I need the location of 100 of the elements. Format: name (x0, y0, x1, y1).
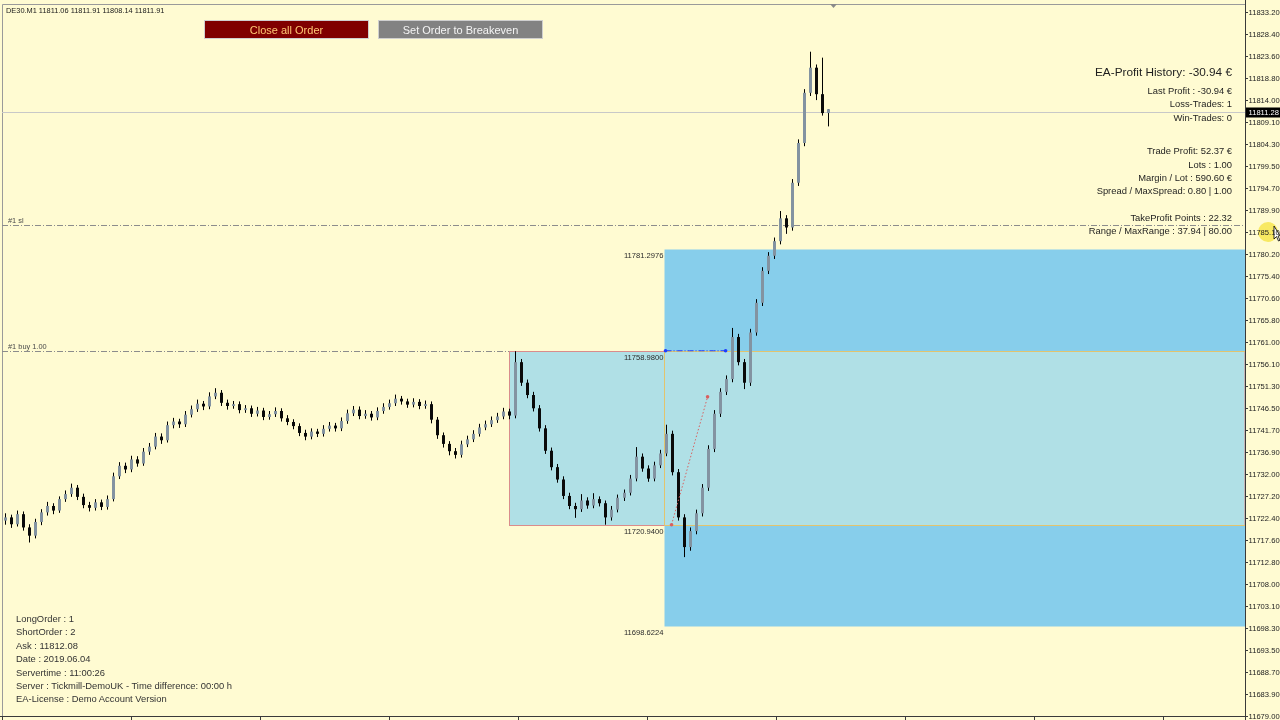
candlestick (166, 421, 169, 443)
candlestick (22, 510, 25, 532)
shift-marker-icon (830, 4, 837, 8)
candlestick (202, 400, 205, 411)
candlestick (514, 350, 517, 419)
candlestick (238, 400, 241, 414)
candlestick (418, 398, 421, 410)
candlestick (244, 404, 247, 414)
candlestick (629, 474, 632, 496)
candlestick (178, 418, 181, 429)
candlestick (701, 483, 704, 517)
candlestick (442, 432, 445, 449)
candlestick (448, 440, 451, 456)
candlestick (88, 501, 91, 512)
candlestick (262, 407, 265, 421)
info-text: Win-Trades: 0 (1173, 110, 1232, 125)
candlestick (256, 406, 259, 417)
candlestick (298, 422, 301, 437)
candlestick (671, 430, 674, 476)
candlestick (220, 389, 223, 407)
candlestick (328, 421, 331, 433)
candlestick (538, 404, 541, 433)
candlestick (707, 444, 710, 492)
candlestick (502, 407, 505, 420)
status-text: Servertime : 11:00:26 (16, 665, 106, 680)
candlestick (550, 447, 553, 471)
status-text: Ask : 11812.08 (16, 638, 79, 653)
candlestick (460, 440, 463, 459)
candlestick (743, 358, 746, 390)
candlestick (478, 423, 481, 438)
candlestick (665, 424, 668, 457)
candlestick (334, 422, 337, 433)
info-text: Loss-Trades: 1 (1169, 97, 1232, 111)
candlestick (610, 505, 613, 522)
candlestick (292, 418, 295, 430)
candlestick (761, 266, 764, 307)
candlestick (388, 399, 391, 411)
info-text: Spread / MaxSpread: 0.80 | 1.00 (1096, 184, 1232, 198)
candlestick (568, 492, 571, 510)
candlestick (28, 523, 31, 543)
status-text: Date : 2019.06.04 (16, 652, 92, 666)
candlestick (280, 407, 283, 422)
candlestick (653, 461, 656, 482)
candlestick (827, 108, 830, 127)
candlestick (64, 489, 67, 503)
candlestick (124, 462, 127, 474)
info-text: Trade Profit: 52.37 € (1146, 144, 1232, 158)
candlestick (118, 461, 121, 480)
candlestick (406, 398, 409, 409)
close-all-orders-button[interactable]: Close all Order (204, 20, 369, 39)
candlestick (791, 178, 794, 232)
candlestick (16, 510, 19, 528)
candlestick (154, 432, 157, 450)
candlestick (52, 502, 55, 515)
candlestick (310, 427, 313, 440)
breakeven-button[interactable]: Set Order to Breakeven (378, 20, 543, 39)
candlestick (508, 408, 511, 420)
candlestick (400, 395, 403, 406)
candlestick (779, 210, 782, 245)
candlestick (604, 500, 607, 526)
candlestick (695, 509, 698, 535)
candlestick (316, 428, 319, 438)
candlestick (749, 328, 752, 387)
candlestick (623, 489, 626, 502)
candlestick (94, 498, 97, 512)
candlestick (376, 406, 379, 421)
candlestick (340, 416, 343, 432)
status-text: EA-License : Demo Account Version (16, 692, 168, 706)
info-text: TakeProfit Points : 22.32 (1130, 210, 1232, 225)
candlestick (142, 447, 145, 467)
candlestick (70, 483, 73, 498)
candlestick (160, 432, 163, 445)
candlestick (274, 406, 277, 418)
candlestick (713, 409, 716, 453)
candlestick (370, 410, 373, 422)
candlestick (10, 514, 13, 529)
candlestick (496, 412, 499, 424)
candlestick (250, 405, 253, 418)
info-text: Lots : 1.00 (1188, 157, 1232, 172)
candlestick (214, 387, 217, 400)
candlestick (689, 526, 692, 552)
candlestick (641, 453, 644, 473)
candlestick (586, 496, 589, 510)
info-text: Last Profit : -30.94 € (1147, 84, 1232, 98)
candlestick (767, 251, 770, 275)
candlestick (466, 435, 469, 448)
candlestick (683, 513, 686, 558)
candlestick (130, 455, 133, 473)
candlestick (544, 424, 547, 455)
candlestick (647, 464, 650, 483)
candlestick (725, 374, 728, 396)
candlestick (34, 518, 37, 539)
candlestick (190, 405, 193, 418)
candlestick (232, 400, 235, 410)
candlestick (490, 416, 493, 428)
candlestick (100, 499, 103, 511)
candlestick (424, 400, 427, 410)
candlestick (208, 391, 211, 410)
status-text: Server : Tickmill-DemoUK - Time difference: 00:00 h (16, 679, 233, 693)
candlestick (430, 400, 433, 424)
